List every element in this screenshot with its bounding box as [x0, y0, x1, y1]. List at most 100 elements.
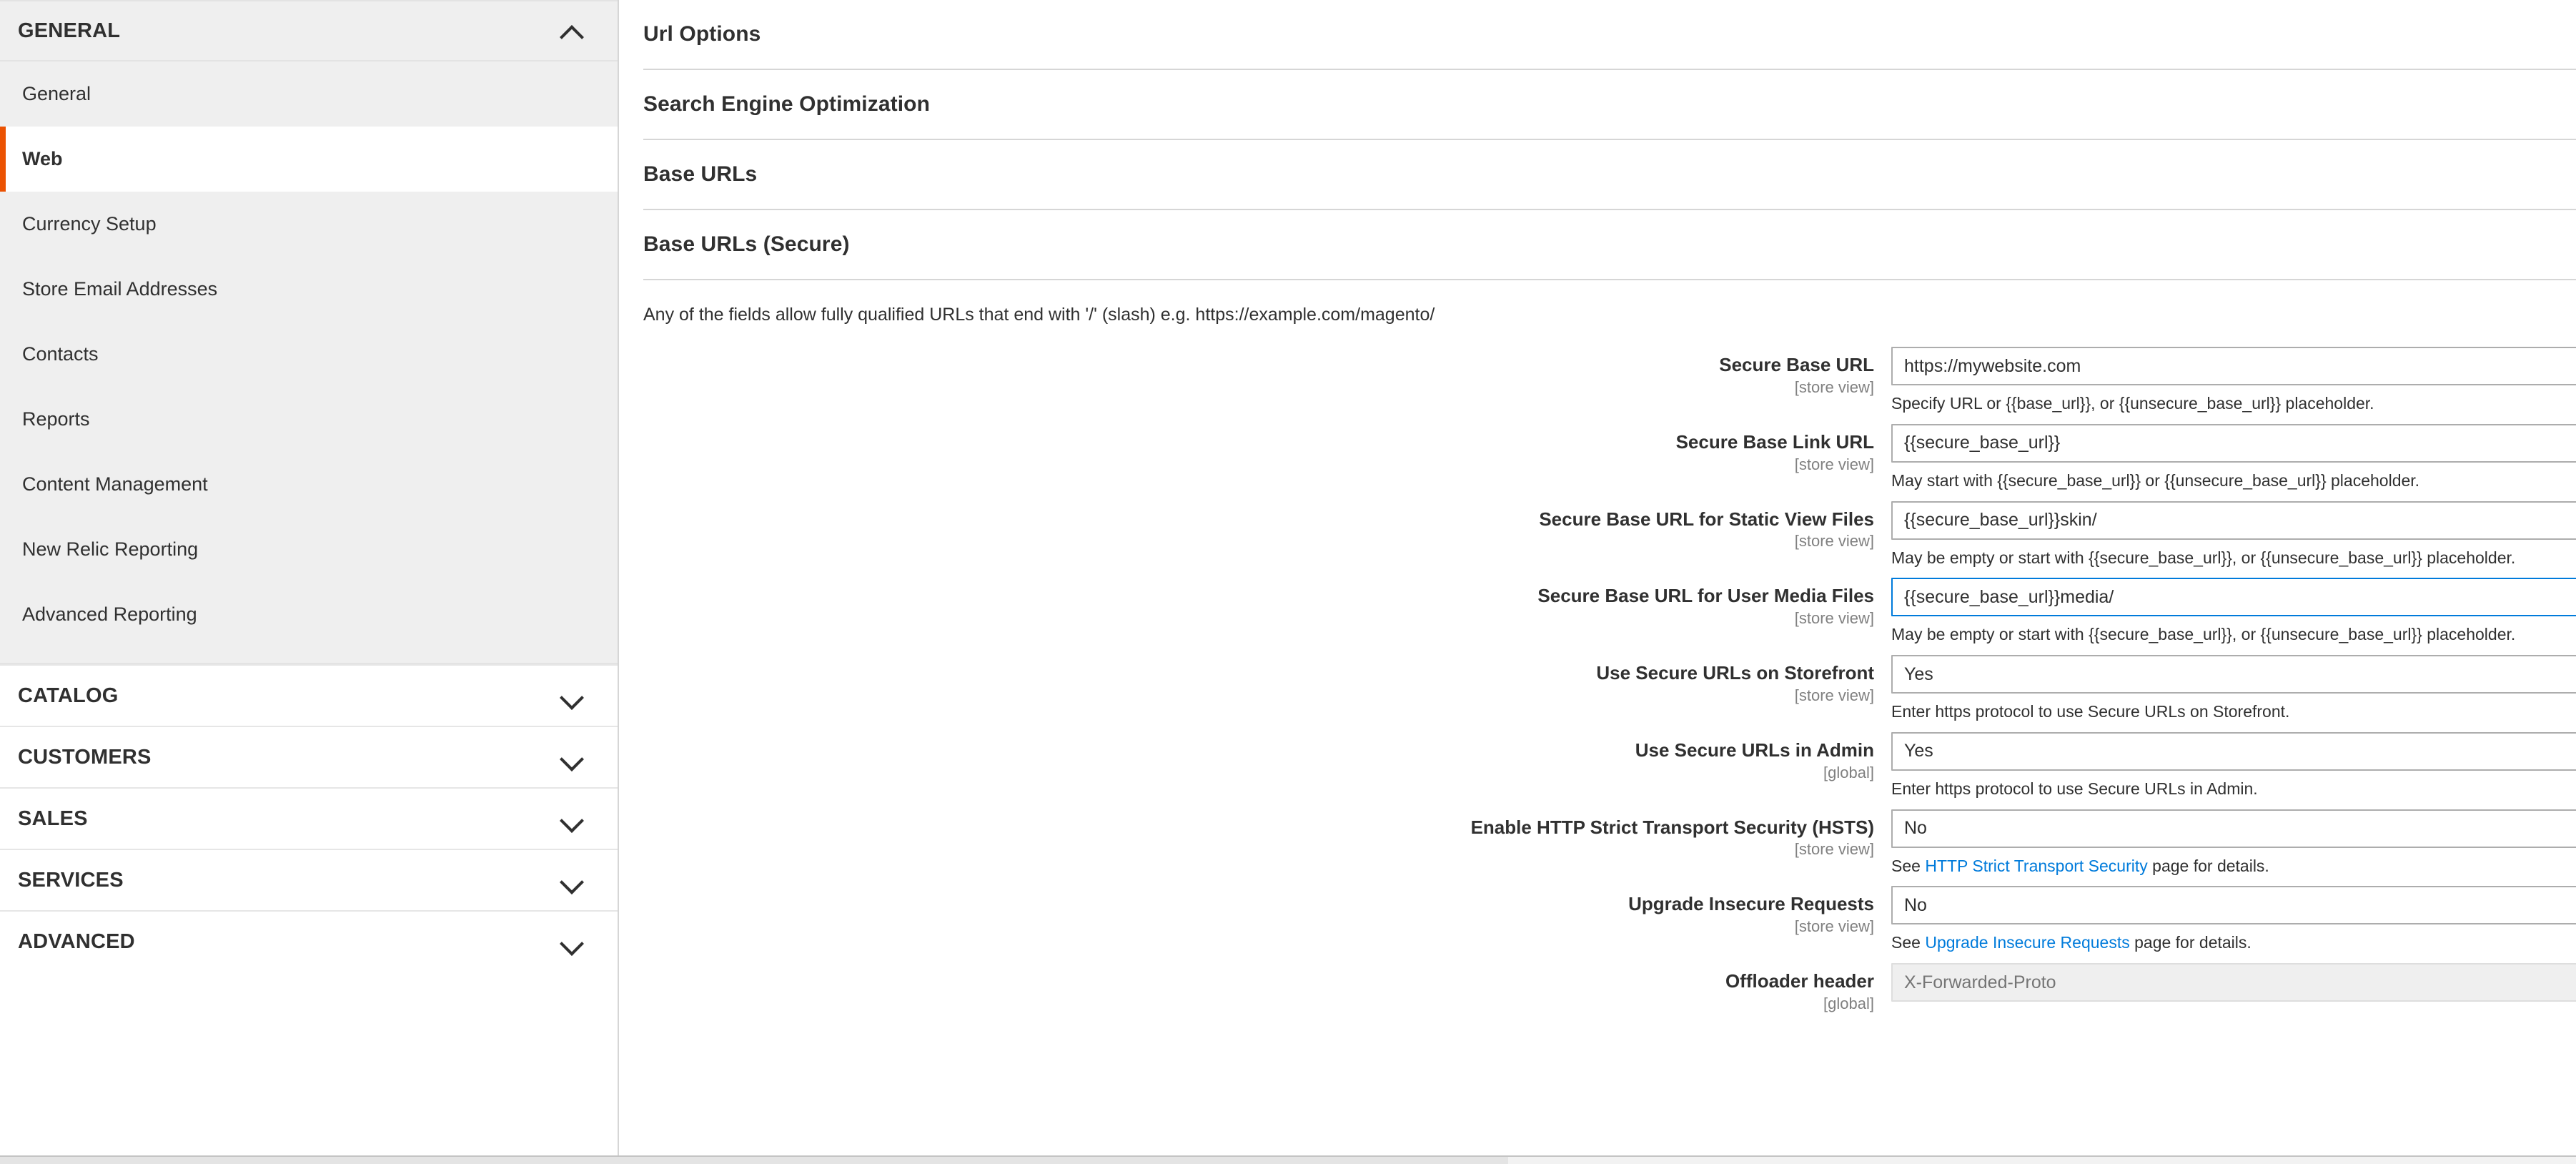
field-hint: May be empty or start with {{secure_base…	[1891, 624, 2576, 645]
section-header-url-options[interactable]: Url Options	[643, 0, 2576, 70]
hint-text-suffix: page for details.	[2148, 857, 2269, 875]
sidebar-group-general: GENERAL General Web Currency Setup Store Ema…	[0, 0, 618, 664]
config-sidebar: GENERAL General Web Currency Setup Store Ema…	[0, 0, 619, 1164]
field-label-wrap: Secure Base Link URL[store view]	[643, 424, 1891, 473]
hint-text-suffix: page for details.	[2130, 933, 2251, 952]
sidebar-group-header-sales[interactable]: SALES	[0, 787, 618, 849]
field-scope: [store view]	[643, 456, 1874, 473]
select-value: No	[1893, 811, 2576, 847]
field-control: May be empty or start with {{secure_base…	[1891, 578, 2576, 645]
sidebar-group-title: ADVANCED	[18, 930, 135, 954]
upgrade-insecure-requests-select[interactable]: No	[1891, 886, 2576, 924]
field-control: Yes Enter https protocol to use Secure UR…	[1891, 732, 2576, 799]
hint-text-prefix: Enter https protocol to use Secure URLs …	[1891, 779, 2258, 798]
field-hint: Enter https protocol to use Secure URLs …	[1891, 779, 2576, 799]
sidebar-item-web[interactable]: Web	[0, 127, 618, 192]
field-label-wrap: Upgrade Insecure Requests [store view]	[643, 886, 1891, 935]
section-header-base-urls[interactable]: Base URLs	[643, 140, 2576, 210]
sidebar-item-label: Store Email Addresses	[22, 278, 217, 300]
sidebar-item-reports[interactable]: Reports	[0, 387, 618, 452]
form-row-use-secure-urls-on-storefront: Use Secure URLs on Storefront[store view…	[643, 655, 2576, 722]
field-control: Specify URL or {{base_url}}, or {{unsecu…	[1891, 347, 2576, 414]
sidebar-item-label: Web	[22, 148, 63, 170]
offloader-header-input	[1891, 963, 2576, 1002]
use-secure-urls-in-admin-select[interactable]: Yes	[1891, 732, 2576, 771]
form-row-secure-base-url-static-view-files: Secure Base URL for Static View Files[st…	[643, 501, 2576, 568]
field-label-wrap: Use Secure URLs on Storefront[store view…	[643, 655, 1891, 704]
chevron-down-icon[interactable]	[560, 684, 585, 708]
field-label: Use Secure URLs in Admin	[643, 740, 1874, 761]
enable-hsts-select[interactable]: No	[1891, 809, 2576, 848]
use-secure-urls-on-storefront-select[interactable]: Yes	[1891, 655, 2576, 694]
sidebar-item-store-email-addresses[interactable]: Store Email Addresses	[0, 257, 618, 322]
hint-text-prefix: See	[1891, 933, 1925, 952]
sidebar-item-content-management[interactable]: Content Management	[0, 452, 618, 517]
form-row-secure-base-url: Secure Base URL [store view] Specify URL o…	[643, 347, 2576, 414]
field-hint: May be empty or start with {{secure_base…	[1891, 548, 2576, 568]
sidebar-group-header-advanced[interactable]: ADVANCED	[0, 910, 618, 972]
field-label: Enable HTTP Strict Transport Security (H…	[643, 817, 1874, 839]
section-title: Base URLs (Secure)	[643, 232, 2576, 257]
secure-base-link-url-input[interactable]	[1891, 424, 2576, 463]
field-control: Use system value	[1891, 963, 2576, 1002]
form-row-upgrade-insecure-requests: Upgrade Insecure Requests [store view] No S…	[643, 886, 2576, 953]
field-hint: See HTTP Strict Transport Security page …	[1891, 856, 2576, 877]
chevron-down-icon[interactable]	[560, 929, 585, 954]
hint-link[interactable]: Upgrade Insecure Requests	[1925, 933, 2129, 952]
hint-text-prefix: See	[1891, 857, 1925, 875]
field-scope: [global]	[643, 764, 1874, 781]
field-scope: [store view]	[643, 841, 1874, 858]
form-row-secure-base-link-url: Secure Base Link URL[store view]May star…	[643, 424, 2576, 491]
sidebar-group-advanced: ADVANCED	[0, 910, 618, 972]
sidebar-item-new-relic-reporting[interactable]: New Relic Reporting	[0, 517, 618, 582]
chevron-down-icon[interactable]	[560, 868, 585, 892]
field-control: Yes Enter https protocol to use Secure UR…	[1891, 655, 2576, 722]
secure-base-url-static-view-files-input[interactable]	[1891, 501, 2576, 540]
secure-base-url-input[interactable]	[1891, 347, 2576, 385]
field-control: No See Upgrade Insecure Requests page for…	[1891, 886, 2576, 953]
chevron-down-icon[interactable]	[560, 745, 585, 769]
field-control: May start with {{secure_base_url}} or {{…	[1891, 424, 2576, 491]
scrollbar-thumb[interactable]	[0, 1157, 1508, 1164]
hint-link[interactable]: HTTP Strict Transport Security	[1925, 857, 2147, 875]
sidebar-group-header-services[interactable]: SERVICES	[0, 849, 618, 910]
chevron-down-icon[interactable]	[560, 807, 585, 831]
field-scope: [store view]	[643, 533, 1874, 550]
sidebar-item-currency-setup[interactable]: Currency Setup	[0, 192, 618, 257]
sidebar-item-label: General	[22, 83, 91, 105]
secure-base-url-user-media-files-input[interactable]	[1891, 578, 2576, 616]
sidebar-group-title: SERVICES	[18, 869, 124, 892]
field-hint: See Upgrade Insecure Requests page for d…	[1891, 932, 2576, 953]
form-row-secure-base-url-user-media-files: Secure Base URL for User Media Files[sto…	[643, 578, 2576, 645]
chevron-up-icon[interactable]	[560, 19, 585, 43]
hint-text-prefix: Enter https protocol to use Secure URLs …	[1891, 702, 2289, 721]
sidebar-item-label: Advanced Reporting	[22, 603, 197, 626]
field-label-wrap: Use Secure URLs in Admin [global]	[643, 732, 1891, 781]
field-label-wrap: Secure Base URL for Static View Files[st…	[643, 501, 1891, 551]
sidebar-item-label: Contacts	[22, 343, 99, 365]
field-hint: Enter https protocol to use Secure URLs …	[1891, 701, 2576, 722]
sidebar-item-contacts[interactable]: Contacts	[0, 322, 618, 387]
field-hint: Specify URL or {{base_url}}, or {{unsecu…	[1891, 393, 2576, 414]
sidebar-group-items: General Web Currency Setup Store Email Addr…	[0, 61, 618, 664]
field-label: Offloader header	[643, 971, 1874, 992]
horizontal-scrollbar[interactable]	[0, 1155, 2576, 1164]
field-label: Secure Base URL	[643, 355, 1874, 376]
section-header-search-engine-optimization[interactable]: Search Engine Optimization	[643, 70, 2576, 140]
field-scope: [store view]	[643, 379, 1874, 396]
sidebar-group-header-customers[interactable]: CUSTOMERS	[0, 726, 618, 787]
field-scope: [store view]	[643, 918, 1874, 935]
field-label: Upgrade Insecure Requests	[643, 894, 1874, 915]
section-header-base-urls-secure-[interactable]: Base URLs (Secure)	[643, 210, 2576, 280]
sidebar-group-header-catalog[interactable]: CATALOG	[0, 664, 618, 726]
sidebar-item-general[interactable]: General	[0, 61, 618, 127]
sidebar-item-advanced-reporting[interactable]: Advanced Reporting	[0, 582, 618, 647]
select-value: Yes	[1893, 656, 2576, 692]
select-value: No	[1893, 887, 2576, 923]
sidebar-item-label: Content Management	[22, 473, 208, 495]
sidebar-group-catalog: CATALOG	[0, 664, 618, 726]
sidebar-group-header-general[interactable]: GENERAL	[0, 0, 618, 61]
form-row-offloader-header: Offloader header[global]Use system value	[643, 963, 2576, 1012]
sidebar-group-sales: SALES	[0, 787, 618, 849]
form-row-use-secure-urls-in-admin: Use Secure URLs in Admin [global] Yes Enter…	[643, 732, 2576, 799]
